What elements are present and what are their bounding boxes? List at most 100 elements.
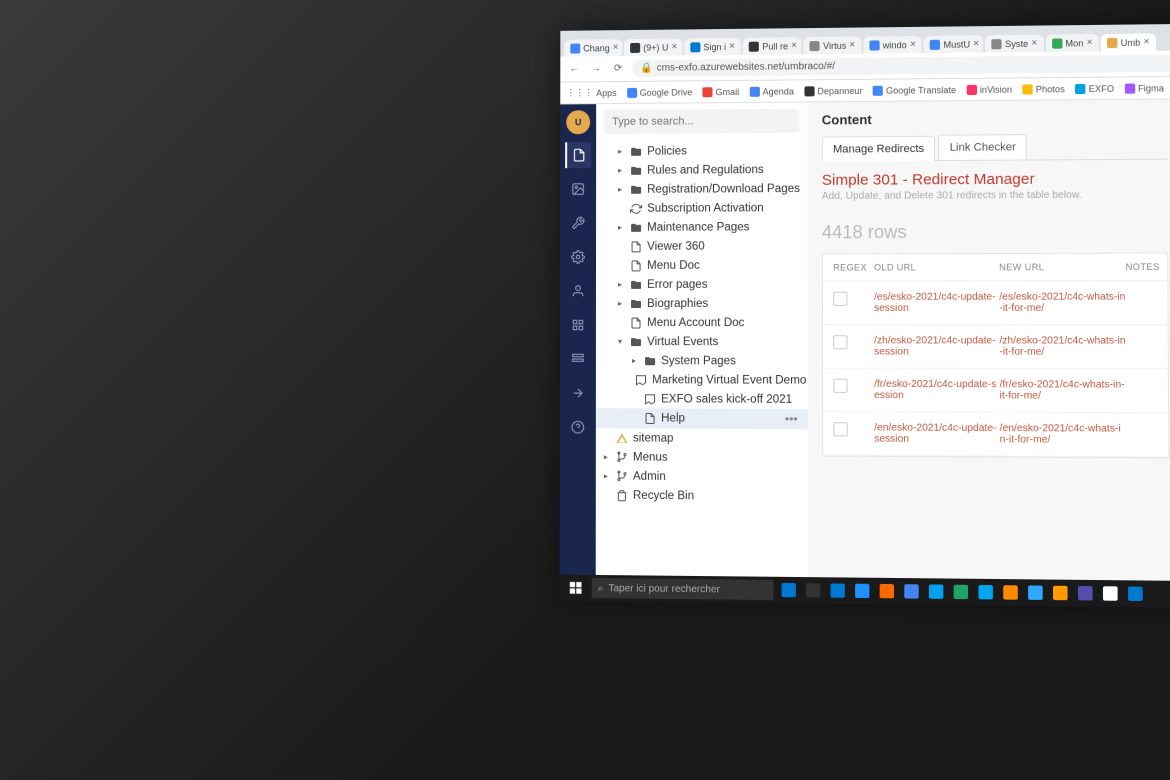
col-regex[interactable]: REGEX xyxy=(833,262,874,272)
taskbar-app-icon[interactable] xyxy=(1049,582,1072,605)
close-icon[interactable]: × xyxy=(910,39,916,50)
new-url-cell[interactable]: /en/esko-2021/c4c-whats-in-it-for-me/ xyxy=(1000,423,1127,446)
browser-tab[interactable]: Sign i× xyxy=(684,38,741,56)
close-icon[interactable]: × xyxy=(1087,37,1093,48)
close-icon[interactable]: × xyxy=(729,41,735,52)
col-notes[interactable]: NOTES xyxy=(1126,262,1157,272)
close-icon[interactable]: × xyxy=(1031,38,1037,49)
close-icon[interactable]: × xyxy=(973,38,979,49)
taskbar-app-icon[interactable] xyxy=(826,579,849,602)
tree-node[interactable]: ▸Policies xyxy=(596,141,807,161)
chevron-icon[interactable]: ▸ xyxy=(602,471,610,480)
tree-node[interactable]: ▸Menus xyxy=(596,447,808,467)
col-new-url[interactable]: NEW URL xyxy=(999,262,1125,272)
content-section-icon[interactable] xyxy=(565,142,591,168)
close-icon[interactable]: × xyxy=(1143,37,1149,48)
tree-node[interactable]: ▸Maintenance Pages xyxy=(596,217,808,237)
bookmark-item[interactable]: EXFO xyxy=(1075,83,1114,93)
tree-node[interactable]: Menu Account Doc xyxy=(596,313,808,332)
old-url-cell[interactable]: /fr/esko-2021/c4c-update-session xyxy=(874,379,999,402)
checkbox[interactable] xyxy=(833,335,847,349)
browser-tab[interactable]: Umb× xyxy=(1101,33,1156,51)
tree-node[interactable]: Menu Doc xyxy=(596,255,808,274)
bookmark-item[interactable]: Depanneur xyxy=(804,85,863,96)
browser-tab[interactable]: MustU× xyxy=(924,35,984,53)
browser-tab[interactable]: (9+) U× xyxy=(624,38,682,56)
tree-node[interactable]: ▸System Pages xyxy=(596,351,808,370)
help-section-icon[interactable] xyxy=(565,414,591,440)
col-old-url[interactable]: OLD URL xyxy=(874,262,999,272)
chevron-icon[interactable]: ▸ xyxy=(616,185,624,194)
users-section-icon[interactable] xyxy=(565,278,591,304)
tree-node[interactable]: Recycle Bin xyxy=(596,485,808,506)
gear-section-icon[interactable] xyxy=(565,244,591,270)
tree-node[interactable]: EXFO sales kick-off 2021 xyxy=(596,389,808,409)
umbraco-logo[interactable]: U xyxy=(566,110,590,134)
tree-node[interactable]: ▸Admin xyxy=(596,466,808,486)
settings-section-icon[interactable] xyxy=(565,210,591,236)
taskbar-app-icon[interactable] xyxy=(900,580,923,603)
old-url-cell[interactable]: /zh/esko-2021/c4c-update-session xyxy=(874,335,999,357)
media-section-icon[interactable] xyxy=(565,176,591,202)
tree-node[interactable]: ▾Virtual Events xyxy=(596,332,808,351)
taskbar-app-icon[interactable] xyxy=(778,579,800,602)
tree-node[interactable]: ▸Error pages xyxy=(596,275,808,294)
bookmark-item[interactable]: inVision xyxy=(966,84,1012,95)
packages-section-icon[interactable] xyxy=(565,312,591,338)
tree-node[interactable]: ▸Registration/Download Pages xyxy=(596,179,808,199)
new-url-cell[interactable]: /es/esko-2021/c4c-whats-in-it-for-me/ xyxy=(999,292,1126,314)
table-row[interactable]: /zh/esko-2021/c4c-update-session/zh/esko… xyxy=(823,325,1168,369)
bookmark-item[interactable]: Photos xyxy=(1022,84,1064,95)
tree-node[interactable]: Marketing Virtual Event Demo xyxy=(596,370,808,390)
bookmark-item[interactable]: Gmail xyxy=(702,86,739,96)
tree-node[interactable]: sitemap xyxy=(596,428,808,448)
close-icon[interactable]: × xyxy=(791,40,797,51)
close-icon[interactable]: × xyxy=(672,42,678,53)
forms-section-icon[interactable] xyxy=(565,346,591,372)
taskbar-app-icon[interactable] xyxy=(802,579,824,602)
table-row[interactable]: /es/esko-2021/c4c-update-session/es/esko… xyxy=(823,281,1168,325)
more-section-icon[interactable] xyxy=(565,380,591,406)
close-icon[interactable]: × xyxy=(849,40,855,51)
chevron-icon[interactable]: ▸ xyxy=(616,280,624,289)
chevron-icon[interactable]: ▸ xyxy=(630,356,638,365)
forward-button[interactable]: → xyxy=(588,61,604,77)
chevron-icon[interactable]: ▸ xyxy=(616,223,624,232)
checkbox[interactable] xyxy=(833,379,847,393)
browser-tab[interactable]: windo× xyxy=(863,36,922,54)
bookmark-item[interactable]: Agenda xyxy=(749,86,794,96)
start-button[interactable] xyxy=(564,576,588,600)
chevron-icon[interactable]: ▸ xyxy=(602,452,610,461)
taskbar-app-icon[interactable] xyxy=(974,581,997,604)
apps-button[interactable]: ⋮⋮⋮ Apps xyxy=(566,87,616,98)
browser-tab[interactable]: Chang× xyxy=(564,39,622,57)
checkbox[interactable] xyxy=(833,292,847,306)
chevron-icon[interactable]: ▸ xyxy=(616,147,624,156)
taskbar-app-icon[interactable] xyxy=(950,581,973,604)
content-tab[interactable]: Link Checker xyxy=(938,134,1027,160)
back-button[interactable]: ← xyxy=(566,61,582,77)
old-url-cell[interactable]: /es/esko-2021/c4c-update-session xyxy=(874,292,999,314)
new-url-cell[interactable]: /fr/esko-2021/c4c-whats-in-it-for-me/ xyxy=(1000,379,1127,402)
table-row[interactable]: /en/esko-2021/c4c-update-session/en/esko… xyxy=(823,412,1168,457)
bookmark-item[interactable]: Google Translate xyxy=(873,85,956,96)
bookmark-item[interactable]: Google Drive xyxy=(627,87,693,98)
table-row[interactable]: /fr/esko-2021/c4c-update-session/fr/esko… xyxy=(823,369,1168,414)
checkbox[interactable] xyxy=(833,422,847,436)
browser-tab[interactable]: Syste× xyxy=(986,35,1044,53)
browser-tab[interactable]: Mon× xyxy=(1046,34,1099,52)
tree-node[interactable]: ▸Biographies xyxy=(596,294,808,313)
url-field[interactable]: 🔒 cms-exfo.azurewebsites.net/umbraco/#/ xyxy=(632,55,1170,77)
browser-tab[interactable]: Virtus× xyxy=(804,37,862,55)
old-url-cell[interactable]: /en/esko-2021/c4c-update-session xyxy=(874,422,999,445)
more-icon[interactable]: ••• xyxy=(785,412,802,426)
taskbar-app-icon[interactable] xyxy=(1024,581,1047,604)
taskbar-app-icon[interactable] xyxy=(851,580,874,603)
chevron-icon[interactable]: ▾ xyxy=(616,337,624,346)
content-tab[interactable]: Manage Redirects xyxy=(822,136,936,162)
taskbar-app-icon[interactable] xyxy=(999,581,1022,604)
taskbar-app-icon[interactable] xyxy=(1099,582,1122,605)
browser-tab[interactable]: Pull re× xyxy=(743,37,802,55)
tree-search-input[interactable] xyxy=(604,109,799,134)
close-icon[interactable]: × xyxy=(613,42,619,53)
